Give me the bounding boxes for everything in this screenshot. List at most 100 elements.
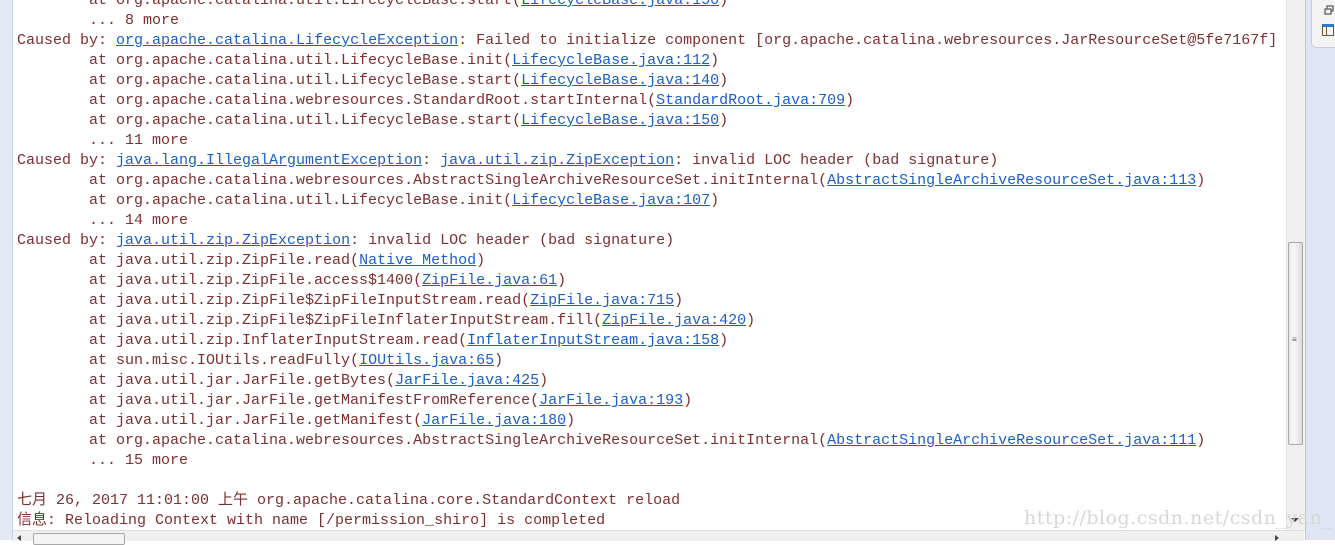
console-text: 七月 26, 2017 11:01:00 上午 org.apache.catal…: [17, 492, 681, 509]
source-link[interactable]: Native Method: [359, 252, 476, 269]
console-line: at sun.misc.IOUtils.readFully(IOUtils.ja…: [17, 351, 1277, 371]
console-text: ): [566, 412, 576, 429]
console-line: at org.apache.catalina.util.LifecycleBas…: [17, 111, 1277, 131]
console-text: ): [557, 272, 567, 289]
left-trim-bar: [0, 0, 13, 540]
console-text: at org.apache.catalina.util.LifecycleBas…: [17, 192, 513, 209]
console-text: ... 14 more: [17, 212, 189, 229]
console-line: ... 15 more: [17, 451, 1277, 471]
source-link[interactable]: ZipFile.java:420: [602, 312, 746, 329]
console-line: at org.apache.catalina.webresources.Abst…: [17, 171, 1277, 191]
source-link[interactable]: ZipFile.java:715: [530, 292, 674, 309]
console-text: at org.apache.catalina.util.LifecycleBas…: [17, 52, 513, 69]
source-link[interactable]: LifecycleBase.java:140: [521, 72, 719, 89]
console-text: ): [845, 92, 855, 109]
source-link[interactable]: LifecycleBase.java:112: [512, 52, 710, 69]
console-text: ): [476, 252, 486, 269]
console-text: at org.apache.catalina.util.LifecycleBas…: [17, 112, 522, 129]
source-link[interactable]: ZipFile.java:61: [422, 272, 557, 289]
source-link[interactable]: AbstractSingleArchiveResourceSet.java:11…: [827, 172, 1196, 189]
console-line: at org.apache.catalina.webresources.Abst…: [17, 431, 1277, 451]
source-link[interactable]: java.util.zip.ZipException: [116, 232, 350, 249]
source-link[interactable]: IOUtils.java:65: [359, 352, 494, 369]
console-line: at java.util.zip.ZipFile$ZipFileInputStr…: [17, 291, 1277, 311]
console-line: Caused by: java.util.zip.ZipException: i…: [17, 231, 1277, 251]
console-text: ... 15 more: [17, 452, 189, 469]
console-line: at java.util.jar.JarFile.getBytes(JarFil…: [17, 371, 1277, 391]
console-text: at java.util.zip.InflaterInputStream.rea…: [17, 332, 468, 349]
console-text: ): [710, 52, 720, 69]
console-text: ): [719, 332, 729, 349]
restore-icon[interactable]: [1324, 5, 1334, 15]
console-text: Caused by:: [17, 32, 117, 49]
source-link[interactable]: AbstractSingleArchiveResourceSet.java:11…: [827, 432, 1196, 449]
source-link[interactable]: JarFile.java:180: [422, 412, 566, 429]
console-line: at org.apache.catalina.util.LifecycleBas…: [17, 191, 1277, 211]
vertical-scrollbar-thumb[interactable]: ≡: [1288, 242, 1303, 445]
console-line: Caused by: org.apache.catalina.Lifecycle…: [17, 31, 1277, 51]
scroll-right-arrow-icon[interactable]: [1275, 535, 1279, 541]
console-text: ): [494, 352, 504, 369]
console-text: ): [674, 292, 684, 309]
console-line: Caused by: java.lang.IllegalArgumentExce…: [17, 151, 1277, 171]
console-text: Caused by:: [17, 152, 117, 169]
console-text: ): [746, 312, 756, 329]
source-link[interactable]: LifecycleBase.java:107: [512, 192, 710, 209]
console-text: at org.apache.catalina.webresources.Abst…: [17, 172, 828, 189]
console-line: at org.apache.catalina.webresources.Stan…: [17, 91, 1277, 111]
console-text: Caused by:: [17, 232, 117, 249]
scroll-left-arrow-icon[interactable]: [17, 535, 21, 541]
console-lines: at org.apache.catalina.util.LifecycleBas…: [17, 0, 1277, 530]
console-text: 信息: Reloading Context with name [/permis…: [17, 512, 606, 529]
console-text: at java.util.zip.ZipFile$ZipFileInputStr…: [17, 292, 531, 309]
console-text: ): [719, 72, 729, 89]
console-line: ... 8 more: [17, 11, 1277, 31]
console-text: at java.util.zip.ZipFile.read(: [17, 252, 360, 269]
console-line: at java.util.zip.ZipFile.access$1400(Zip…: [17, 271, 1277, 291]
console-text: ... 11 more: [17, 132, 189, 149]
console-text: ): [710, 192, 720, 209]
console-line: at org.apache.catalina.util.LifecycleBas…: [17, 0, 1277, 11]
console-text: ): [1196, 432, 1206, 449]
minimized-view-stack: [1311, 0, 1335, 48]
console-text: ): [1196, 172, 1206, 189]
console-text: ): [683, 392, 693, 409]
watermark: http://blog.csdn.net/csdn_yan_: [1024, 507, 1333, 529]
source-link[interactable]: LifecycleBase.java:150: [521, 112, 719, 129]
right-trim-panel: [1305, 0, 1335, 540]
console-line: at java.util.jar.JarFile.getManifest(Jar…: [17, 411, 1277, 431]
horizontal-scrollbar-thumb[interactable]: [33, 533, 125, 545]
console-text: ): [719, 0, 729, 9]
source-link[interactable]: JarFile.java:425: [395, 372, 539, 389]
console-line: at java.util.jar.JarFile.getManifestFrom…: [17, 391, 1277, 411]
horizontal-scrollbar[interactable]: [13, 530, 1304, 545]
console-line: at org.apache.catalina.util.LifecycleBas…: [17, 71, 1277, 91]
console-text: at java.util.jar.JarFile.getManifest(: [17, 412, 423, 429]
source-link[interactable]: JarFile.java:193: [539, 392, 683, 409]
console-line: at java.util.zip.InflaterInputStream.rea…: [17, 331, 1277, 351]
console-text: at org.apache.catalina.util.LifecycleBas…: [17, 0, 522, 9]
console-text: : invalid LOC header (bad signature): [674, 152, 999, 169]
console-output[interactable]: at org.apache.catalina.util.LifecycleBas…: [13, 0, 1286, 530]
console-text: ): [719, 112, 729, 129]
console-text: at org.apache.catalina.webresources.Abst…: [17, 432, 828, 449]
console-text: ... 8 more: [17, 12, 180, 29]
source-link[interactable]: java.lang.IllegalArgumentException: [116, 152, 422, 169]
source-link[interactable]: LifecycleBase.java:150: [521, 0, 719, 9]
console-line: ... 14 more: [17, 211, 1277, 231]
console-text: at org.apache.catalina.util.LifecycleBas…: [17, 72, 522, 89]
console-text: :: [422, 152, 441, 169]
console-line: ... 11 more: [17, 131, 1277, 151]
console-line: at org.apache.catalina.util.LifecycleBas…: [17, 51, 1277, 71]
console-text: at sun.misc.IOUtils.readFully(: [17, 352, 360, 369]
layout-icon[interactable]: [1322, 24, 1334, 36]
console-line: at java.util.zip.ZipFile$ZipFileInflater…: [17, 311, 1277, 331]
vertical-scrollbar[interactable]: ≡: [1286, 0, 1305, 530]
console-text: at java.util.jar.JarFile.getManifestFrom…: [17, 392, 540, 409]
source-link[interactable]: StandardRoot.java:709: [656, 92, 845, 109]
source-link[interactable]: org.apache.catalina.LifecycleException: [116, 32, 458, 49]
source-link[interactable]: java.util.zip.ZipException: [440, 152, 674, 169]
console-line: at java.util.zip.ZipFile.read(Native Met…: [17, 251, 1277, 271]
source-link[interactable]: InflaterInputStream.java:158: [467, 332, 719, 349]
console-text: at java.util.jar.JarFile.getBytes(: [17, 372, 396, 389]
